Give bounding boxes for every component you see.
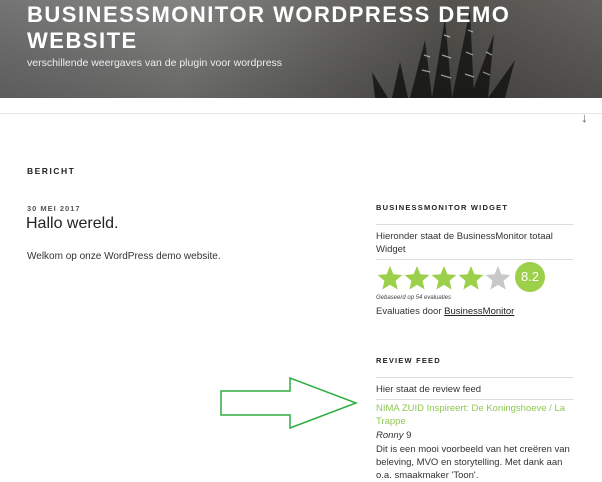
evaluations-prefix: Evaluaties door bbox=[376, 306, 442, 317]
widget-divider bbox=[376, 399, 573, 400]
widget-title-businessmonitor: BUSINESSMONITOR WIDGET bbox=[376, 203, 509, 212]
star-icon bbox=[404, 266, 430, 290]
post-title[interactable]: Hallo wereld. bbox=[26, 215, 118, 233]
businessmonitor-link[interactable]: BusinessMonitor bbox=[444, 306, 514, 317]
widget-intro: Hieronder staat de BusinessMonitor totaa… bbox=[376, 231, 553, 255]
score-badge: 8.2 bbox=[515, 262, 545, 292]
reviewer-line: Ronny 9 bbox=[376, 430, 411, 441]
post-content: Welkom op onze WordPress demo website. bbox=[27, 251, 221, 262]
navigation-divider bbox=[0, 113, 602, 114]
evaluations-credit: Evaluaties door BusinessMonitor bbox=[376, 306, 514, 317]
reviewer-name: Ronny bbox=[376, 430, 404, 441]
widget-divider bbox=[376, 377, 573, 378]
site-title[interactable]: BUSINESSMONITOR WORDPRESS DEMO WEBSITE bbox=[27, 2, 567, 54]
site-header: BUSINESSMONITOR WORDPRESS DEMO WEBSITE v… bbox=[0, 0, 602, 98]
reviewer-score: 9 bbox=[406, 430, 412, 441]
post-date[interactable]: 30 MEI 2017 bbox=[27, 204, 81, 213]
star-icon bbox=[458, 266, 484, 290]
star-icon bbox=[485, 266, 511, 290]
review-feed-intro: Hier staat de review feed bbox=[376, 384, 482, 395]
review-text: Dit is een mooi voorbeeld van het creëre… bbox=[376, 444, 570, 481]
based-on-count: Gebaseerd op 54 evaluaties bbox=[376, 295, 452, 301]
review-feed-link[interactable]: NIMA ZUID Inspireert: De Koningshoeve / … bbox=[376, 402, 571, 428]
arrow-down-icon[interactable]: ↓ bbox=[581, 110, 588, 125]
site-description: verschillende weergaves van de plugin vo… bbox=[27, 57, 283, 69]
widget-divider bbox=[376, 224, 573, 225]
star-icon bbox=[377, 266, 403, 290]
right-arrow-outline-icon bbox=[220, 376, 359, 430]
widget-title-review-feed: REVIEW FEED bbox=[376, 356, 441, 365]
widget-divider bbox=[376, 259, 573, 260]
page-heading: BERICHT bbox=[27, 166, 76, 176]
star-icon bbox=[431, 266, 457, 290]
